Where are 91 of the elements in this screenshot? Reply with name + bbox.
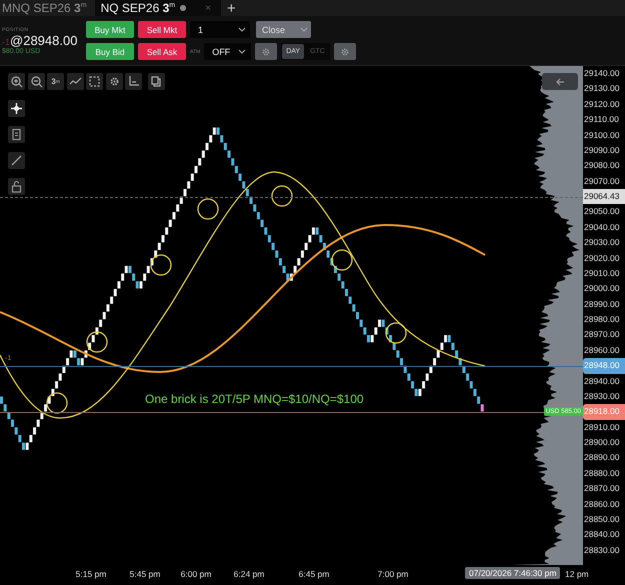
price-label: 29010.00 [583, 266, 620, 280]
price-label: 29040.00 [583, 220, 620, 234]
price-marker: 29064.43 [583, 189, 625, 204]
sell-button[interactable]: Sell Mkt [138, 21, 186, 38]
collapse-button[interactable] [542, 73, 578, 90]
highlight-circle [271, 185, 293, 207]
buy-button[interactable]: Buy Bid [86, 43, 134, 60]
price-label: 28980.00 [583, 313, 620, 326]
chart-note: One brick is 20T/5P MNQ=$10/NQ=$100 [145, 392, 364, 406]
settings-button[interactable] [255, 43, 278, 60]
price-label: 28870.00 [583, 482, 620, 496]
price-label: 29050.00 [583, 205, 620, 218]
price-label: 28970.00 [583, 328, 620, 342]
arrow-left-icon [555, 78, 565, 86]
copy-button[interactable] [148, 73, 164, 90]
price-label: 28910.00 [583, 420, 620, 434]
caret-icon [238, 48, 246, 55]
highlight-circle [385, 322, 407, 344]
settings-icon [108, 75, 120, 88]
price-label: 28850.00 [583, 512, 620, 526]
axis-button[interactable] [125, 73, 142, 90]
pencil-tool-button[interactable] [8, 152, 25, 169]
highlight-circle [150, 254, 172, 276]
price-label: 29140.00 [583, 67, 620, 80]
price-label: 29120.00 [583, 98, 620, 111]
selection-icon [88, 75, 101, 88]
position-quantity: -1 [2, 36, 10, 46]
settings-button[interactable] [334, 43, 356, 60]
crosshair-tool-button[interactable] [8, 100, 25, 117]
time-label: 5:15 pm [76, 569, 106, 579]
position-price: @28948.00 [10, 32, 78, 48]
zoom-out-icon [30, 75, 42, 88]
time-label: 5:45 pm [130, 569, 160, 579]
document-tool-button[interactable] [8, 126, 25, 143]
price-label: 28960.00 [583, 344, 620, 357]
crosshair-icon [10, 102, 23, 115]
price-label: 28940.00 [583, 374, 620, 388]
highlight-circle [86, 331, 108, 353]
price-label: 28860.00 [583, 498, 620, 510]
caret-icon [238, 26, 246, 33]
price-label: 28990.00 [583, 298, 620, 311]
new-tab-button[interactable]: + [220, 0, 242, 16]
price-label: 29100.00 [583, 128, 620, 142]
price-label: 28880.00 [583, 466, 620, 480]
price-label: 28930.00 [583, 390, 620, 403]
price-marker: 28948.00 [583, 358, 625, 374]
cursor-time-label: 07/20/2026 7:46:30 pm [465, 567, 560, 579]
document-icon [10, 128, 23, 141]
axis-icon [127, 75, 140, 88]
close-icon[interactable]: × [205, 2, 211, 14]
settings-button[interactable] [106, 73, 122, 90]
price-label: 28830.00 [583, 544, 620, 557]
price-label: 29020.00 [583, 252, 620, 264]
settings-icon [340, 46, 350, 56]
buy-button[interactable]: Buy Mkt [86, 21, 134, 38]
price-label: 29000.00 [583, 282, 620, 296]
price-label: 29090.00 [583, 144, 620, 157]
copy-icon [150, 75, 162, 88]
selection-button[interactable] [86, 73, 103, 90]
sell-button[interactable]: Sell Ask [138, 43, 186, 60]
price-label: 29080.00 [583, 159, 620, 172]
price-label: 29130.00 [583, 82, 620, 96]
time-label: 12 pm [565, 569, 589, 579]
price-label: 29110.00 [583, 113, 620, 126]
settings-icon [261, 46, 272, 56]
quantity-field[interactable]: 1 [190, 21, 250, 38]
line-chart-button[interactable] [66, 73, 84, 90]
time-label: 7:00 pm [378, 569, 408, 579]
caret-icon [300, 26, 308, 33]
highlight-circle [197, 198, 219, 220]
chart-tab[interactable]: NQ SEP26 3$^{m}$ × [94, 0, 221, 16]
atm-dropdown[interactable]: OFF [204, 43, 252, 60]
price-label: 28840.00 [583, 528, 620, 542]
time-label: 6:45 pm [298, 569, 330, 579]
price-label: 28890.00 [583, 451, 620, 464]
price-marker: 28918.00 [583, 404, 625, 420]
price-label: 28900.00 [583, 436, 620, 449]
lock-tool-button[interactable] [8, 178, 25, 195]
price-label: 29070.00 [583, 174, 620, 188]
highlight-circle [46, 392, 68, 414]
zoom-in-icon [10, 75, 23, 88]
highlight-circle [331, 249, 353, 271]
price-label: 29030.00 [583, 236, 620, 250]
zoom-in-button[interactable] [8, 73, 25, 90]
time-label: 6:00 pm [180, 569, 212, 579]
pencil-icon [10, 154, 23, 167]
zoom-out-button[interactable] [28, 73, 44, 90]
close-position-button[interactable]: Close [256, 21, 311, 38]
time-label: 6:24 pm [234, 569, 264, 579]
status-dot-icon [180, 5, 186, 11]
lock-icon [10, 180, 23, 193]
